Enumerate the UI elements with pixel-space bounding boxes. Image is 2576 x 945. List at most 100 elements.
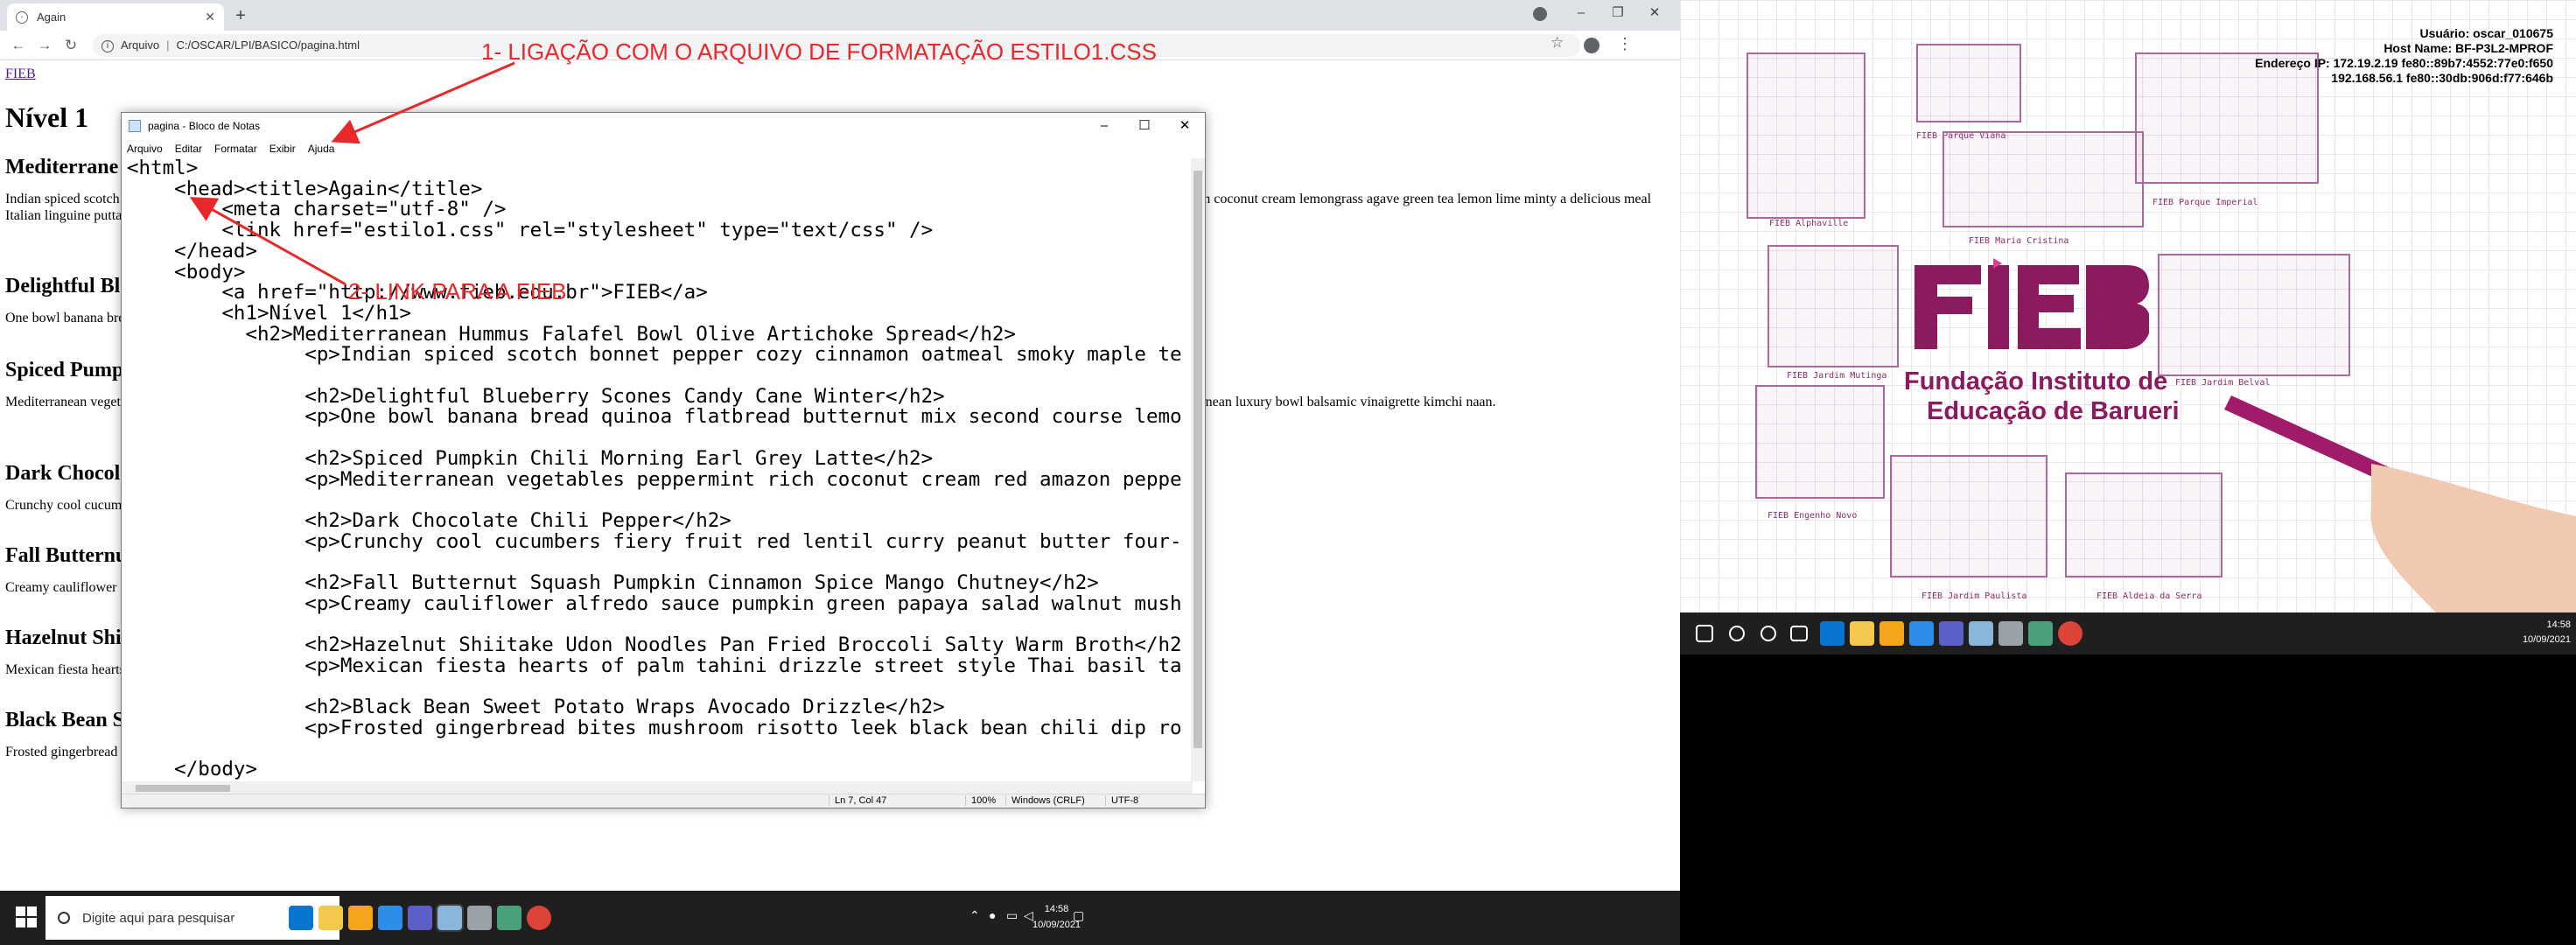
search-icon[interactable] — [1729, 626, 1745, 641]
black-area — [1680, 654, 2576, 945]
taskbar-search-placeholder: Digite aqui para pesquisar — [82, 910, 235, 926]
info-user: Usuário: oscar_010675 — [2419, 26, 2553, 40]
line-ending: Windows (CRLF) — [1005, 795, 1085, 806]
tray-chevron-icon[interactable]: ⌃ — [970, 908, 980, 923]
search-icon — [58, 912, 70, 924]
clock-time: 14:58 — [2546, 620, 2571, 630]
notifications-icon[interactable]: ▢ — [1073, 908, 1084, 923]
account-avatar-icon[interactable] — [1584, 38, 1600, 53]
browser-tab[interactable]: ◦ Again ✕ — [7, 4, 224, 31]
info-ip2: 192.168.56.1 fe80::30db:906d:f77:646b — [2331, 71, 2553, 85]
fieb-link[interactable]: FIEB — [5, 66, 36, 82]
secondary-clock[interactable]: 14:58 10/09/2021 — [2523, 618, 2571, 648]
chrome-icon[interactable] — [2058, 621, 2082, 646]
notepad-window[interactable]: pagina - Bloco de Notas – ☐ ✕ Arquivo Ed… — [121, 112, 1206, 808]
back-icon[interactable]: ← — [7, 34, 30, 57]
menu-ajuda[interactable]: Ajuda — [308, 143, 335, 155]
cursor-position: Ln 7, Col 47 — [829, 795, 886, 806]
mail-icon[interactable] — [1909, 621, 1934, 646]
browser-tab-bar: ◦ Again ✕ + – ❐ ✕ — [0, 0, 1680, 31]
notepad-icon — [129, 120, 141, 132]
network-tool-icon[interactable] — [467, 906, 492, 930]
notepad-text-area[interactable]: <html> <head><title>Again</title> <meta … — [122, 158, 1193, 781]
building-sketch — [2158, 254, 2350, 376]
fieb-logo-icon — [1914, 258, 2149, 349]
windows-start-icon[interactable] — [1696, 625, 1713, 642]
notepad-title: pagina - Bloco de Notas — [148, 120, 261, 132]
cortana-icon[interactable] — [229, 908, 248, 928]
building-sketch — [1916, 44, 2021, 122]
app-icon[interactable] — [2028, 621, 2053, 646]
chrome-icon[interactable] — [527, 906, 551, 930]
network-tool-icon[interactable] — [1998, 621, 2023, 646]
close-tab-icon[interactable]: ✕ — [205, 10, 215, 24]
secondary-taskbar: 14:58 10/09/2021 — [1680, 612, 2576, 654]
new-tab-button[interactable]: + — [229, 5, 252, 28]
file-explorer-icon[interactable] — [1850, 621, 1874, 646]
notepad-minimize-icon[interactable]: – — [1084, 113, 1124, 139]
right-monitor: FIEB Alphaville FIEB Parque Viana FIEB P… — [1680, 0, 2576, 945]
notepad-maximize-icon[interactable]: ☐ — [1124, 113, 1165, 139]
notepad-taskbar-icon[interactable] — [436, 904, 464, 932]
notepad-close-icon[interactable]: ✕ — [1165, 113, 1205, 139]
caption: FIEB Aldeia da Serra — [2096, 592, 2202, 601]
tab-title: Again — [37, 10, 66, 24]
menu-exibir[interactable]: Exibir — [270, 143, 296, 155]
annotation-css-link: 1- LIGAÇÃO COM O ARQUIVO DE FORMATAÇÃO E… — [481, 38, 1157, 65]
menu-formatar[interactable]: Formatar — [214, 143, 257, 155]
page-heading: Nível 1 — [5, 102, 89, 133]
file-explorer-icon[interactable] — [318, 906, 343, 930]
building-sketch — [1768, 245, 1899, 368]
reload-icon[interactable]: ↻ — [60, 34, 82, 57]
windows-start-icon[interactable] — [16, 906, 38, 929]
teams-icon[interactable] — [408, 906, 432, 930]
mail-icon[interactable] — [378, 906, 402, 930]
minimize-icon[interactable]: – — [1563, 0, 1600, 26]
edge-icon[interactable] — [1820, 621, 1844, 646]
notepad-taskbar-icon[interactable] — [1969, 621, 1993, 646]
store-icon[interactable] — [348, 906, 373, 930]
chrome-menu-icon[interactable]: ⋮ — [1617, 35, 1633, 53]
menu-editar[interactable]: Editar — [175, 143, 202, 155]
task-view-icon[interactable] — [1790, 626, 1808, 641]
profile-icon[interactable] — [1533, 7, 1547, 21]
forward-icon[interactable]: → — [33, 34, 56, 57]
microphone-icon[interactable]: ● — [989, 908, 996, 922]
page-globe-icon: ◦ — [16, 10, 28, 24]
caption: FIEB Parque Imperial — [2152, 198, 2258, 207]
logo-line-2: Educação de Barueri — [1927, 397, 2180, 425]
notepad-menubar: Arquivo Editar Formatar Exibir Ajuda — [122, 139, 1205, 158]
network-icon[interactable]: ▭ — [1006, 908, 1018, 923]
hand-pen-icon — [2224, 396, 2576, 612]
vertical-scrollbar[interactable] — [1191, 158, 1205, 781]
restore-icon[interactable]: ❐ — [1600, 0, 1636, 26]
zoom-level: 100% — [965, 795, 996, 806]
info-ip: Endereço IP: 172.19.2.19 fe80::89b7:4552… — [2255, 56, 2553, 70]
address-path: C:/OSCAR/LPI/BASICO/pagina.html — [176, 38, 360, 52]
building-sketch — [1890, 455, 2048, 578]
info-icon[interactable]: i — [102, 39, 114, 52]
encoding: UTF-8 — [1105, 795, 1138, 806]
windows-taskbar: Digite aqui para pesquisar ⌃ ● ▭ ◁ 14:58… — [0, 891, 1680, 945]
cortana-icon[interactable] — [1760, 626, 1776, 641]
notepad-statusbar: Ln 7, Col 47 100% Windows (CRLF) UTF-8 — [122, 794, 1205, 808]
info-host: Host Name: BF-P3L2-MPROF — [2384, 41, 2553, 55]
teams-icon[interactable] — [1939, 621, 1964, 646]
close-window-icon[interactable]: ✕ — [1636, 0, 1673, 26]
edge-icon[interactable] — [289, 906, 313, 930]
system-info: Usuário: oscar_010675 Host Name: BF-P3L2… — [2255, 26, 2553, 86]
menu-arquivo[interactable]: Arquivo — [127, 143, 163, 155]
app-icon[interactable] — [497, 906, 522, 930]
caption: FIEB Maria Cristina — [1969, 236, 2069, 246]
building-sketch — [2065, 472, 2222, 578]
bookmark-star-icon[interactable]: ☆ — [1550, 34, 1564, 52]
building-sketch — [1755, 385, 1885, 499]
left-monitor: ◦ Again ✕ + – ❐ ✕ ← → ↻ i Arquivo | C:/OSCA… — [0, 0, 1680, 945]
clock-date: 10/09/2021 — [2522, 634, 2571, 645]
task-view-icon[interactable] — [259, 909, 278, 927]
caption: FIEB Jardim Paulista — [1922, 592, 2027, 601]
building-sketch — [1746, 52, 1866, 219]
notepad-titlebar[interactable]: pagina - Bloco de Notas — [122, 113, 1205, 139]
store-icon[interactable] — [1880, 621, 1904, 646]
caption: FIEB Alphaville — [1769, 219, 1849, 228]
